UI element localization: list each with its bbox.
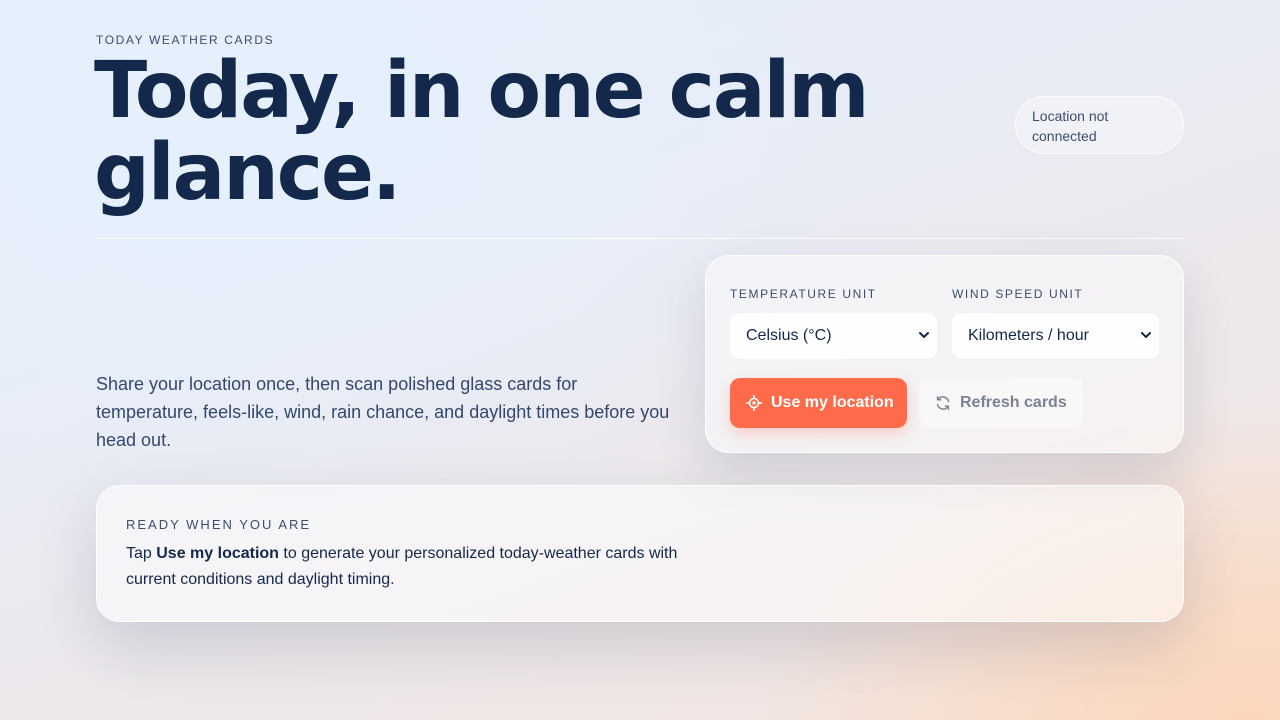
chevron-down-icon [919, 332, 929, 338]
wind-speed-unit-value: Kilometers / hour [968, 327, 1089, 344]
refresh-icon [936, 396, 950, 410]
page-title-line-2: glance. [94, 128, 402, 218]
location-status-badge: Location not connected [1015, 96, 1184, 154]
temperature-unit-value: Celsius (°C) [746, 327, 832, 344]
chevron-down-icon [1141, 332, 1151, 338]
wind-speed-unit-select[interactable]: Kilometers / hour [952, 313, 1159, 359]
refresh-cards-label: Refresh cards [960, 394, 1067, 411]
eyebrow-label: TODAY WEATHER CARDS [96, 33, 275, 47]
temperature-unit-select[interactable]: Celsius (°C) [730, 313, 937, 359]
controls-panel: TEMPERATURE UNIT Celsius (°C) WIND SPEED… [705, 255, 1184, 453]
crosshair-icon [746, 395, 762, 411]
ready-text-emphasis: Use my location [156, 545, 279, 562]
page-title: Today, in one calm glance. [94, 50, 894, 214]
refresh-cards-button[interactable]: Refresh cards [919, 378, 1083, 428]
use-location-button[interactable]: Use my location [730, 378, 907, 428]
ready-text-prefix: Tap [126, 545, 157, 562]
temperature-unit-label: TEMPERATURE UNIT [730, 287, 877, 301]
header-divider [96, 238, 1184, 239]
intro-text: Share your location once, then scan poli… [96, 374, 670, 450]
page-title-line-1: Today, in one calm [94, 46, 870, 136]
ready-card-title: READY WHEN YOU ARE [126, 517, 312, 532]
wind-speed-unit-label: WIND SPEED UNIT [952, 287, 1084, 301]
ready-card: READY WHEN YOU ARE Tap Use my location t… [96, 485, 1184, 622]
use-location-label: Use my location [771, 394, 894, 411]
ready-card-text: Tap Use my location to generate your per… [126, 541, 726, 593]
